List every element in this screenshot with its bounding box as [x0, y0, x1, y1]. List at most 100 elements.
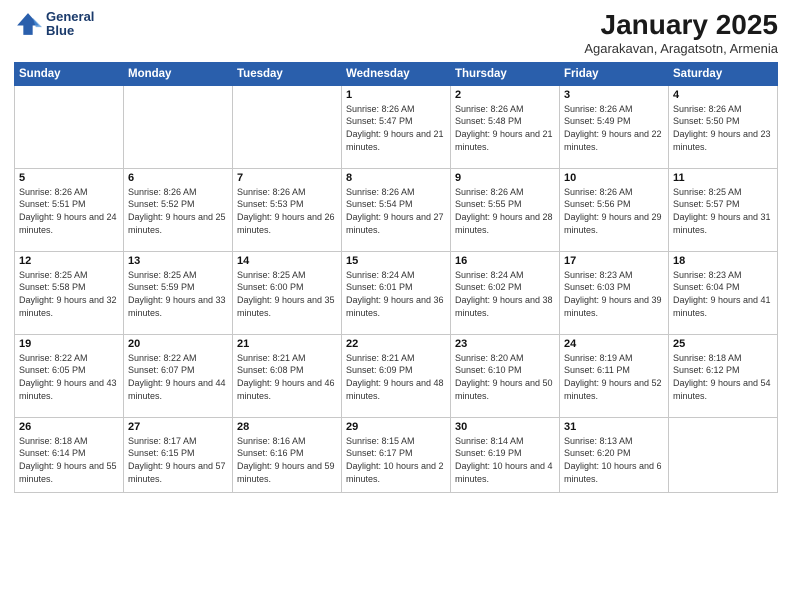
week-row-3: 19 Sunrise: 8:22 AMSunset: 6:05 PMDayligh… — [15, 334, 778, 417]
day-cell: 20 Sunrise: 8:22 AMSunset: 6:07 PMDayligh… — [124, 334, 233, 417]
day-number: 20 — [128, 338, 228, 350]
day-cell: 23Sunrise: 8:20 AMSunset: 6:10 PMDayligh… — [451, 334, 560, 417]
day-cell: 10Sunrise: 8:26 AMSunset: 5:56 PMDayligh… — [560, 168, 669, 251]
day-header-sunday: Sunday — [15, 62, 124, 85]
day-cell: 12Sunrise: 8:25 AMSunset: 5:58 PMDayligh… — [15, 251, 124, 334]
day-cell: 22 Sunrise: 8:21 AMSunset: 6:09 PMDayligh… — [342, 334, 451, 417]
day-info: Sunrise: 8:17 AMSunset: 6:15 PMDaylight:… — [128, 435, 228, 485]
day-number: 25 — [673, 338, 773, 350]
day-cell: 31Sunrise: 8:13 AMSunset: 6:20 PMDayligh… — [560, 417, 669, 492]
day-number: 17 — [564, 255, 664, 267]
day-number: 8 — [346, 172, 446, 184]
day-number: 22 — [346, 338, 446, 350]
day-cell — [233, 85, 342, 168]
day-info: Sunrise: 8:25 AMSunset: 6:00 PMDaylight:… — [237, 269, 337, 319]
day-info: Sunrise: 8:26 AMSunset: 5:53 PMDaylight:… — [237, 186, 337, 236]
day-cell: 17 Sunrise: 8:23 AMSunset: 6:03 PMDayligh… — [560, 251, 669, 334]
day-cell: 21 Sunrise: 8:21 AMSunset: 6:08 PMDayligh… — [233, 334, 342, 417]
week-row-2: 12Sunrise: 8:25 AMSunset: 5:58 PMDayligh… — [15, 251, 778, 334]
day-cell: 15 Sunrise: 8:24 AMSunset: 6:01 PMDayligh… — [342, 251, 451, 334]
day-cell: 11 Sunrise: 8:25 AMSunset: 5:57 PMDayligh… — [669, 168, 778, 251]
day-number: 14 — [237, 255, 337, 267]
day-info: Sunrise: 8:18 AMSunset: 6:14 PMDaylight:… — [19, 435, 119, 485]
day-info: Sunrise: 8:26 AMSunset: 5:51 PMDaylight:… — [19, 186, 119, 236]
day-header-monday: Monday — [124, 62, 233, 85]
day-info: Sunrise: 8:24 AMSunset: 6:01 PMDaylight:… — [346, 269, 446, 319]
day-cell: 26Sunrise: 8:18 AMSunset: 6:14 PMDayligh… — [15, 417, 124, 492]
day-number: 6 — [128, 172, 228, 184]
day-cell: 6 Sunrise: 8:26 AMSunset: 5:52 PMDaylight… — [124, 168, 233, 251]
day-cell: 8Sunrise: 8:26 AMSunset: 5:54 PMDaylight… — [342, 168, 451, 251]
day-number: 2 — [455, 89, 555, 101]
day-info: Sunrise: 8:16 AMSunset: 6:16 PMDaylight:… — [237, 435, 337, 485]
day-number: 30 — [455, 421, 555, 433]
day-cell: 7 Sunrise: 8:26 AMSunset: 5:53 PMDaylight… — [233, 168, 342, 251]
day-header-wednesday: Wednesday — [342, 62, 451, 85]
day-header-tuesday: Tuesday — [233, 62, 342, 85]
day-cell: 27 Sunrise: 8:17 AMSunset: 6:15 PMDayligh… — [124, 417, 233, 492]
day-info: Sunrise: 8:25 AMSunset: 5:59 PMDaylight:… — [128, 269, 228, 319]
day-info: Sunrise: 8:25 AMSunset: 5:58 PMDaylight:… — [19, 269, 119, 319]
header: General Blue January 2025 Agarakavan, Ar… — [14, 10, 778, 56]
day-header-thursday: Thursday — [451, 62, 560, 85]
day-cell: 25 Sunrise: 8:18 AMSunset: 6:12 PMDayligh… — [669, 334, 778, 417]
day-cell — [669, 417, 778, 492]
week-row-4: 26Sunrise: 8:18 AMSunset: 6:14 PMDayligh… — [15, 417, 778, 492]
logo-icon — [14, 10, 42, 38]
logo-line2: Blue — [46, 24, 94, 38]
day-cell: 24 Sunrise: 8:19 AMSunset: 6:11 PMDayligh… — [560, 334, 669, 417]
day-number: 24 — [564, 338, 664, 350]
day-info: Sunrise: 8:26 AMSunset: 5:50 PMDaylight:… — [673, 103, 773, 153]
day-cell: 4Sunrise: 8:26 AMSunset: 5:50 PMDaylight… — [669, 85, 778, 168]
day-info: Sunrise: 8:19 AMSunset: 6:11 PMDaylight:… — [564, 352, 664, 402]
page: General Blue January 2025 Agarakavan, Ar… — [0, 0, 792, 612]
logo: General Blue — [14, 10, 94, 39]
day-cell: 9 Sunrise: 8:26 AMSunset: 5:55 PMDaylight… — [451, 168, 560, 251]
day-info: Sunrise: 8:15 AMSunset: 6:17 PMDaylight:… — [346, 435, 446, 485]
day-number: 28 — [237, 421, 337, 433]
day-number: 1 — [346, 89, 446, 101]
day-info: Sunrise: 8:13 AMSunset: 6:20 PMDaylight:… — [564, 435, 664, 485]
day-info: Sunrise: 8:21 AMSunset: 6:09 PMDaylight:… — [346, 352, 446, 402]
day-number: 23 — [455, 338, 555, 350]
day-info: Sunrise: 8:25 AMSunset: 5:57 PMDaylight:… — [673, 186, 773, 236]
day-cell — [124, 85, 233, 168]
day-number: 15 — [346, 255, 446, 267]
day-info: Sunrise: 8:26 AMSunset: 5:56 PMDaylight:… — [564, 186, 664, 236]
day-header-saturday: Saturday — [669, 62, 778, 85]
day-info: Sunrise: 8:26 AMSunset: 5:52 PMDaylight:… — [128, 186, 228, 236]
day-info: Sunrise: 8:23 AMSunset: 6:03 PMDaylight:… — [564, 269, 664, 319]
day-number: 21 — [237, 338, 337, 350]
day-info: Sunrise: 8:22 AMSunset: 6:07 PMDaylight:… — [128, 352, 228, 402]
day-number: 7 — [237, 172, 337, 184]
day-info: Sunrise: 8:24 AMSunset: 6:02 PMDaylight:… — [455, 269, 555, 319]
day-cell: 28 Sunrise: 8:16 AMSunset: 6:16 PMDayligh… — [233, 417, 342, 492]
day-number: 19 — [19, 338, 119, 350]
header-row: SundayMondayTuesdayWednesdayThursdayFrid… — [15, 62, 778, 85]
day-number: 18 — [673, 255, 773, 267]
day-info: Sunrise: 8:26 AMSunset: 5:55 PMDaylight:… — [455, 186, 555, 236]
day-info: Sunrise: 8:22 AMSunset: 6:05 PMDaylight:… — [19, 352, 119, 402]
title-block: January 2025 Agarakavan, Aragatsotn, Arm… — [584, 10, 778, 56]
day-cell: 5Sunrise: 8:26 AMSunset: 5:51 PMDaylight… — [15, 168, 124, 251]
subtitle: Agarakavan, Aragatsotn, Armenia — [584, 41, 778, 56]
day-info: Sunrise: 8:23 AMSunset: 6:04 PMDaylight:… — [673, 269, 773, 319]
day-info: Sunrise: 8:21 AMSunset: 6:08 PMDaylight:… — [237, 352, 337, 402]
day-number: 11 — [673, 172, 773, 184]
logo-line1: General — [46, 10, 94, 24]
week-row-0: 1 Sunrise: 8:26 AMSunset: 5:47 PMDaylight… — [15, 85, 778, 168]
day-cell: 1 Sunrise: 8:26 AMSunset: 5:47 PMDaylight… — [342, 85, 451, 168]
day-info: Sunrise: 8:26 AMSunset: 5:49 PMDaylight:… — [564, 103, 664, 153]
calendar: SundayMondayTuesdayWednesdayThursdayFrid… — [14, 62, 778, 493]
day-number: 9 — [455, 172, 555, 184]
day-info: Sunrise: 8:18 AMSunset: 6:12 PMDaylight:… — [673, 352, 773, 402]
day-info: Sunrise: 8:26 AMSunset: 5:47 PMDaylight:… — [346, 103, 446, 153]
day-number: 16 — [455, 255, 555, 267]
day-cell: 3Sunrise: 8:26 AMSunset: 5:49 PMDaylight… — [560, 85, 669, 168]
day-number: 29 — [346, 421, 446, 433]
logo-text: General Blue — [46, 10, 94, 39]
day-cell: 16 Sunrise: 8:24 AMSunset: 6:02 PMDayligh… — [451, 251, 560, 334]
day-number: 27 — [128, 421, 228, 433]
day-info: Sunrise: 8:26 AMSunset: 5:48 PMDaylight:… — [455, 103, 555, 153]
day-header-friday: Friday — [560, 62, 669, 85]
